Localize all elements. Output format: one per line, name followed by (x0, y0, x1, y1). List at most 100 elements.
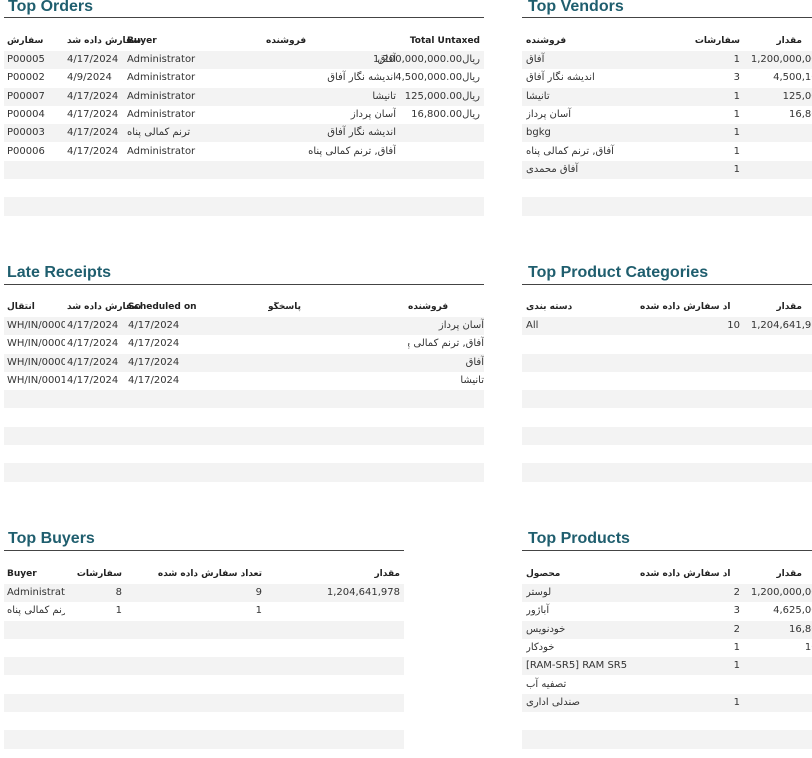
receipt-vendor: آفاق (465, 356, 484, 368)
col-vendor[interactable]: فروشنده (266, 36, 306, 46)
vendor-row[interactable]: آفاق, ترنم کمالی پناه 1 (522, 143, 812, 161)
col-vendor[interactable]: فروشنده (408, 302, 448, 312)
order-row[interactable]: P00002 4/9/2024 Administrator اندیشه نگار آ… (4, 69, 484, 87)
empty-row (522, 730, 812, 749)
product-row[interactable]: خودنویس 2 16,800 (522, 620, 812, 639)
order-row[interactable]: P00003 4/17/2024 ترنم کمالی پناه اندیشه نگا… (4, 124, 484, 143)
col-amount[interactable]: مقدار (752, 569, 802, 579)
product-name[interactable]: لوستر (526, 584, 638, 602)
product-name[interactable]: آباژور (526, 602, 638, 620)
category-row[interactable]: All 10 1,204,641,978 (522, 317, 812, 336)
buyer-row[interactable]: Administrator 8 9 1,204,641,978 (4, 584, 404, 603)
buyer-name[interactable]: ترنم کمالی پناه (7, 602, 65, 620)
vendor-row[interactable]: اندیشه نگار آفاق 3 4,500,100 (522, 69, 812, 87)
col-buyer[interactable]: Buyer (127, 36, 157, 46)
col-orders[interactable]: سفارشات (682, 36, 740, 46)
col-scheduled[interactable]: Scheduled on (128, 302, 197, 312)
col-order[interactable]: سفارش (7, 36, 43, 46)
product-count: 1 (733, 696, 740, 708)
empty-row (522, 353, 812, 372)
col-count[interactable]: تعداد سفارش داده شده (640, 302, 730, 312)
receipt-row[interactable]: WH/IN/000054/17/20244/17/2024آسان پرداز (4, 317, 484, 336)
order-buyer: Administrator (127, 54, 196, 65)
vendor-row[interactable]: آفاق 1 1,200,000,000 (522, 51, 812, 70)
vendor-name[interactable]: آفاق, ترنم کمالی پناه (526, 143, 676, 161)
receipt-row[interactable]: WH/IN/000034/17/20244/17/2024آفاق (4, 353, 484, 372)
product-name[interactable]: [RAM-SR5] RAM SR5 (526, 657, 638, 675)
order-ref[interactable]: P00007 (7, 88, 65, 106)
col-orders[interactable]: سفارشات (68, 569, 122, 579)
vendor-row[interactable]: تانیشا 1 125,000 (522, 87, 812, 106)
col-count[interactable]: تعداد سفارش داده شده (134, 569, 262, 579)
receipt-row[interactable]: WH/IN/000044/17/20244/17/2024آفاق, ترنم … (4, 335, 484, 353)
empty-row (4, 657, 404, 676)
col-responsible[interactable]: پاسخگو (268, 302, 301, 312)
order-buyer: Administrator (127, 90, 196, 102)
receipt-scheduled: 4/17/2024 (128, 320, 180, 331)
product-name[interactable]: صندلی اداری (526, 694, 638, 712)
product-name[interactable]: تصفیه آب (526, 676, 638, 694)
vendor-name[interactable]: bgkg (526, 124, 676, 142)
product-row[interactable]: [RAM-SR5] RAM SR5 1 78 (522, 657, 812, 676)
product-row[interactable]: خودکار 1 100 (522, 639, 812, 657)
receipt-scheduled: 4/17/2024 (128, 374, 180, 386)
col-transfer[interactable]: انتقال (7, 302, 35, 312)
empty-row (4, 620, 404, 639)
order-ref[interactable]: P00004 (7, 106, 65, 124)
buyer-row[interactable]: ترنم کمالی پناه 1 1 (4, 602, 404, 620)
category-name[interactable]: All (526, 317, 636, 335)
order-ref[interactable]: P00005 (7, 51, 65, 69)
vendor-orders: 1 (733, 127, 740, 139)
col-total-untaxed[interactable]: Total Untaxed (384, 36, 480, 46)
col-vendor[interactable]: فروشنده (526, 36, 566, 46)
empty-row (4, 445, 484, 463)
vendor-name[interactable]: تانیشا (526, 88, 676, 106)
col-amount[interactable]: مقدار (752, 302, 802, 312)
order-buyer: Administrator (127, 145, 196, 157)
receipt-ref[interactable]: WH/IN/00003 (7, 354, 65, 372)
order-ref[interactable]: P00003 (7, 124, 65, 142)
order-row[interactable]: P00006 4/17/2024 Administrator آفاق, ترنم ک… (4, 143, 484, 161)
receipt-row[interactable]: WH/IN/000114/17/20244/17/2024تانیشا (4, 372, 484, 390)
vendor-name[interactable]: آفاق محمدی (526, 161, 676, 179)
buyer-name[interactable]: Administrator (7, 584, 65, 602)
receipt-ref[interactable]: WH/IN/00011 (7, 372, 65, 390)
vendor-name[interactable]: آسان پرداز (526, 106, 676, 124)
vendor-amount: 1,200,000,000 (750, 54, 812, 65)
order-ref[interactable]: P00006 (7, 143, 65, 161)
order-row[interactable]: P00005 4/17/2024 Administrator آفاق ریال1,20… (4, 51, 484, 70)
product-row[interactable]: لوستر 2 1,200,000,000 (522, 584, 812, 603)
vendor-row[interactable]: آسان پرداز 1 16,800 (522, 106, 812, 124)
col-category[interactable]: دسته بندی (526, 302, 572, 312)
order-row[interactable]: P00007 4/17/2024 Administrator تانیشا ریال12… (4, 87, 484, 106)
receipt-ref[interactable]: WH/IN/00004 (7, 335, 65, 353)
top-vendors-header: فروشنده سفارشات مقدار (522, 36, 812, 50)
col-product[interactable]: محصول (526, 569, 560, 579)
vendor-name[interactable]: آفاق (526, 51, 676, 69)
product-row[interactable]: تصفیه آب (522, 676, 812, 694)
product-name[interactable]: خودنویس (526, 621, 638, 639)
product-count: 1 (733, 641, 740, 653)
top-buyers-panel: Top Buyers Buyer سفارشات تعداد سفارش داد… (4, 528, 404, 753)
vendor-row[interactable]: آفاق محمدی 1 (522, 160, 812, 180)
vendor-amount: 16,800 (789, 108, 812, 120)
vendor-row[interactable]: bgkg 1 78 (522, 124, 812, 143)
empty-row (4, 409, 484, 427)
vendor-name[interactable]: اندیشه نگار آفاق (526, 69, 676, 87)
vendor-amount: 4,500,100 (773, 72, 812, 84)
empty-row (522, 335, 812, 353)
category-amount: 1,204,641,978 (750, 320, 812, 331)
order-row[interactable]: P00004 4/17/2024 Administrator آسان پرداز ری… (4, 106, 484, 124)
col-amount[interactable]: مقدار (752, 36, 802, 46)
product-row[interactable]: صندلی اداری 1 (522, 693, 812, 713)
top-vendors-clip: Top Vendors فروشنده سفارشات مقدار آفاق 1 1… (522, 0, 812, 220)
col-buyer[interactable]: Buyer (7, 569, 37, 579)
receipt-ref[interactable]: WH/IN/00005 (7, 317, 65, 335)
product-row[interactable]: آباژور 3 4,625,000 (522, 602, 812, 620)
order-ref[interactable]: P00002 (7, 69, 65, 87)
product-name[interactable]: خودکار (526, 639, 638, 657)
category-count: 10 (727, 320, 740, 331)
col-amount[interactable]: مقدار (304, 569, 400, 579)
product-amount: 78 (744, 657, 812, 675)
col-count[interactable]: تعداد سفارش داده شده (640, 569, 730, 579)
